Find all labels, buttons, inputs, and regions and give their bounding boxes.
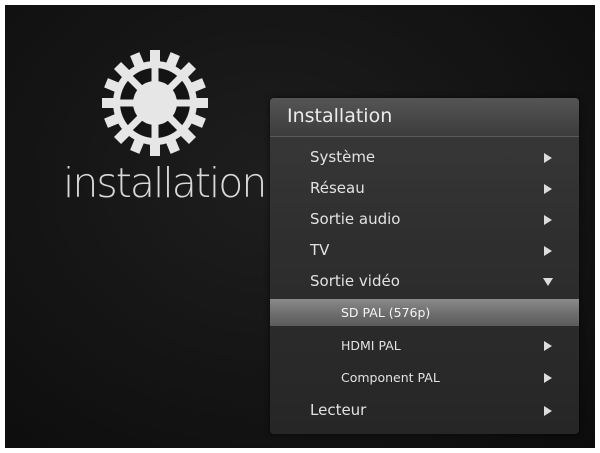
menu-item-sortie-video[interactable]: Sortie vidéo (270, 268, 579, 295)
arrow-right-icon (544, 341, 552, 351)
menu-item-hdmi-pal[interactable]: HDMI PAL (270, 332, 579, 359)
tv-screen: installation Installation Système Réseau… (5, 5, 595, 448)
arrow-right-icon (544, 406, 552, 416)
arrow-right-icon (544, 373, 552, 383)
menu-item-sd-pal-576p[interactable]: SD PAL (576p) (270, 299, 579, 326)
arrow-right-icon (544, 215, 552, 225)
menu-item-systeme[interactable]: Système (270, 144, 579, 171)
panel-header: Installation (270, 98, 579, 137)
menu-item-sortie-audio[interactable]: Sortie audio (270, 206, 579, 233)
menu-item-label: Système (310, 148, 376, 166)
menu-item-label: HDMI PAL (341, 338, 401, 353)
installation-menu-panel: Installation Système Réseau Sortie audio… (270, 98, 579, 434)
arrow-right-icon (544, 246, 552, 256)
menu-item-tv[interactable]: TV (270, 237, 579, 264)
menu-item-label: Sortie audio (310, 210, 401, 228)
arrow-right-icon (544, 153, 552, 163)
menu-item-label: Réseau (310, 179, 365, 197)
menu-item-label: Sortie vidéo (310, 272, 400, 290)
gear-icon (102, 50, 208, 156)
menu-item-lecteur[interactable]: Lecteur (270, 397, 579, 424)
menu-item-label: TV (310, 241, 330, 259)
menu-item-label: Component PAL (341, 370, 440, 385)
brand-label: installation (63, 159, 267, 207)
menu-item-label: SD PAL (576p) (341, 305, 431, 320)
menu-item-reseau[interactable]: Réseau (270, 175, 579, 202)
arrow-down-icon (543, 278, 553, 286)
menu-item-component-pal[interactable]: Component PAL (270, 364, 579, 391)
menu-item-label: Lecteur (310, 401, 367, 419)
panel-title: Installation (287, 105, 393, 127)
arrow-right-icon (544, 184, 552, 194)
